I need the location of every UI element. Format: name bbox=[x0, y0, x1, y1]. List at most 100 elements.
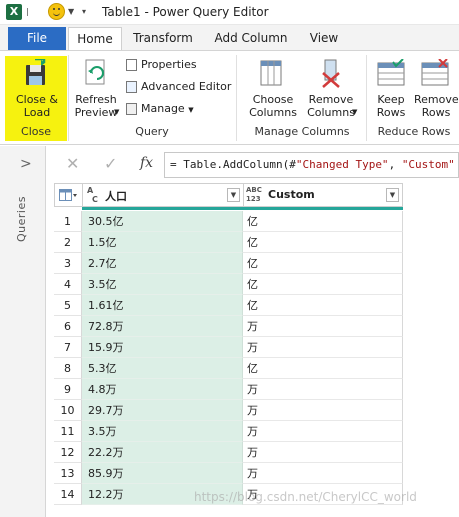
expand-queries-toggle[interactable]: > bbox=[20, 156, 32, 172]
keep-rows-icon bbox=[377, 59, 405, 86]
table-menu-header[interactable] bbox=[54, 183, 83, 207]
close-load-button[interactable]: Close & Load bbox=[10, 57, 64, 121]
choose-columns-button[interactable]: Choose Columns bbox=[242, 57, 300, 121]
manage-columns-group-label: Manage Columns bbox=[254, 125, 350, 138]
title-bar: X | ▼ ▾ Table1 - Power Query Editor bbox=[0, 0, 459, 25]
tab-transform[interactable]: Transform bbox=[128, 27, 198, 50]
tab-file[interactable]: File bbox=[8, 27, 66, 50]
cancel-formula-icon[interactable]: ✕ bbox=[66, 154, 79, 173]
table-cell-population[interactable]: 1.61亿 bbox=[82, 295, 243, 316]
close-load-label: Close & Load bbox=[15, 93, 59, 119]
row-number[interactable]: 14 bbox=[54, 484, 82, 505]
table-cell-custom[interactable]: 亿 bbox=[243, 211, 403, 232]
table-cell-population[interactable]: 3.5亿 bbox=[82, 274, 243, 295]
keep-rows-button[interactable]: Keep Rows bbox=[370, 57, 412, 121]
table-cell-custom[interactable]: 万 bbox=[243, 421, 403, 442]
row-number[interactable]: 10 bbox=[54, 400, 82, 421]
query-group-label: Query bbox=[135, 125, 169, 138]
row-number[interactable]: 8 bbox=[54, 358, 82, 379]
smiley-feedback-icon[interactable] bbox=[48, 3, 65, 20]
table-cell-population[interactable]: 30.5亿 bbox=[82, 211, 243, 232]
remove-columns-icon bbox=[322, 59, 340, 88]
column-header-population[interactable]: AC ABC 人口 ▼ bbox=[82, 183, 244, 207]
row-number[interactable]: 3 bbox=[54, 253, 82, 274]
manage-label: Manage bbox=[141, 102, 185, 115]
formula-controls: ✕ ✓ fx bbox=[48, 152, 164, 178]
table-cell-custom[interactable]: 万 bbox=[243, 337, 403, 358]
row-number[interactable]: 4 bbox=[54, 274, 82, 295]
row-number[interactable]: 13 bbox=[54, 463, 82, 484]
remove-rows-button[interactable]: Remove Rows bbox=[414, 57, 459, 121]
table-cell-custom[interactable]: 亿 bbox=[243, 232, 403, 253]
table-cell-custom[interactable]: 万 bbox=[243, 316, 403, 337]
refresh-preview-label: Refresh Preview bbox=[74, 93, 118, 119]
table-cell-population[interactable]: 29.7万 bbox=[82, 400, 243, 421]
table-cell-population[interactable]: 15.9万 bbox=[82, 337, 243, 358]
table-cell-custom[interactable]: 亿 bbox=[243, 253, 403, 274]
table-cell-custom[interactable]: 万 bbox=[243, 400, 403, 421]
close-group-label: Close bbox=[21, 125, 51, 138]
table-cell-custom[interactable]: 亿 bbox=[243, 358, 403, 379]
column-quality-bar bbox=[82, 207, 403, 210]
fx-icon[interactable]: fx bbox=[140, 155, 153, 171]
formula-text: = Table.AddColumn(# bbox=[170, 158, 296, 171]
row-number[interactable]: 9 bbox=[54, 379, 82, 400]
properties-button[interactable]: Properties bbox=[126, 58, 197, 72]
tab-home[interactable]: Home bbox=[68, 27, 122, 50]
table-cell-population[interactable]: 85.9万 bbox=[82, 463, 243, 484]
table-cell-custom[interactable]: 万 bbox=[243, 379, 403, 400]
tab-add-column[interactable]: Add Column bbox=[210, 27, 292, 50]
row-number[interactable]: 6 bbox=[54, 316, 82, 337]
table-cell-population[interactable]: 1.5亿 bbox=[82, 232, 243, 253]
refresh-icon bbox=[85, 59, 105, 85]
queries-pane-label[interactable]: Queries bbox=[15, 196, 28, 242]
table-icon bbox=[59, 189, 77, 201]
table-cell-custom[interactable]: 万 bbox=[243, 463, 403, 484]
text-type-icon: AC bbox=[87, 186, 98, 204]
remove-columns-button[interactable]: Remove Columns ▼ bbox=[302, 57, 360, 121]
table-cell-custom[interactable]: 亿 bbox=[243, 295, 403, 316]
table-cell-custom[interactable]: 万 bbox=[243, 442, 403, 463]
watermark: https://blog.csdn.net/CherylCC_world bbox=[194, 490, 417, 504]
formula-bar: ✕ ✓ fx = Table.AddColumn(#"Changed Type"… bbox=[46, 152, 459, 178]
choose-columns-label: Choose Columns bbox=[249, 93, 297, 119]
chevron-down-icon: ▼ bbox=[352, 108, 358, 116]
reduce-rows-group-label: Reduce Rows bbox=[377, 125, 451, 138]
column-filter-dropdown[interactable]: ▼ bbox=[386, 188, 399, 202]
remove-rows-label: Remove Rows bbox=[414, 93, 459, 119]
customize-toolbar-icon[interactable]: ▾ bbox=[82, 7, 86, 16]
table-cell-population[interactable]: 72.8万 bbox=[82, 316, 243, 337]
advanced-editor-button[interactable]: Advanced Editor bbox=[126, 80, 231, 94]
manage-button[interactable]: Manage ▼ bbox=[126, 102, 194, 117]
row-number[interactable]: 5 bbox=[54, 295, 82, 316]
row-number[interactable]: 7 bbox=[54, 337, 82, 358]
formula-input[interactable]: = Table.AddColumn(#"Changed Type", "Cust… bbox=[164, 152, 459, 178]
chevron-down-icon: ▼ bbox=[114, 108, 120, 116]
table-cell-population[interactable]: 5.3亿 bbox=[82, 358, 243, 379]
formula-string-arg: "Changed Type" bbox=[295, 158, 389, 171]
row-number[interactable]: 2 bbox=[54, 232, 82, 253]
remove-rows-icon bbox=[421, 59, 449, 86]
close-load-icon bbox=[26, 59, 46, 85]
row-number[interactable]: 11 bbox=[54, 421, 82, 442]
chevron-down-icon[interactable]: ▼ bbox=[68, 7, 74, 16]
confirm-formula-icon[interactable]: ✓ bbox=[104, 154, 117, 173]
table-cell-population[interactable]: 4.8万 bbox=[82, 379, 243, 400]
column-header-custom[interactable]: ABC 123 Custom ▼ bbox=[243, 183, 403, 207]
group-divider bbox=[366, 55, 367, 141]
table-cell-population[interactable]: 22.2万 bbox=[82, 442, 243, 463]
separator-icon: | bbox=[26, 7, 29, 16]
column-filter-dropdown[interactable]: ▼ bbox=[227, 188, 240, 202]
row-number[interactable]: 1 bbox=[54, 211, 82, 232]
row-number[interactable]: 12 bbox=[54, 442, 82, 463]
column-name: Custom bbox=[268, 188, 315, 201]
properties-icon bbox=[126, 59, 137, 71]
properties-label: Properties bbox=[141, 58, 197, 71]
table-cell-population[interactable]: 3.5万 bbox=[82, 421, 243, 442]
tab-view[interactable]: View bbox=[300, 27, 348, 50]
table-cell-custom[interactable]: 亿 bbox=[243, 274, 403, 295]
formula-separator: , bbox=[388, 158, 402, 171]
formula-string-arg: "Custom" bbox=[401, 158, 455, 171]
table-cell-population[interactable]: 2.7亿 bbox=[82, 253, 243, 274]
refresh-preview-button[interactable]: Refresh Preview ▼ bbox=[72, 57, 120, 121]
